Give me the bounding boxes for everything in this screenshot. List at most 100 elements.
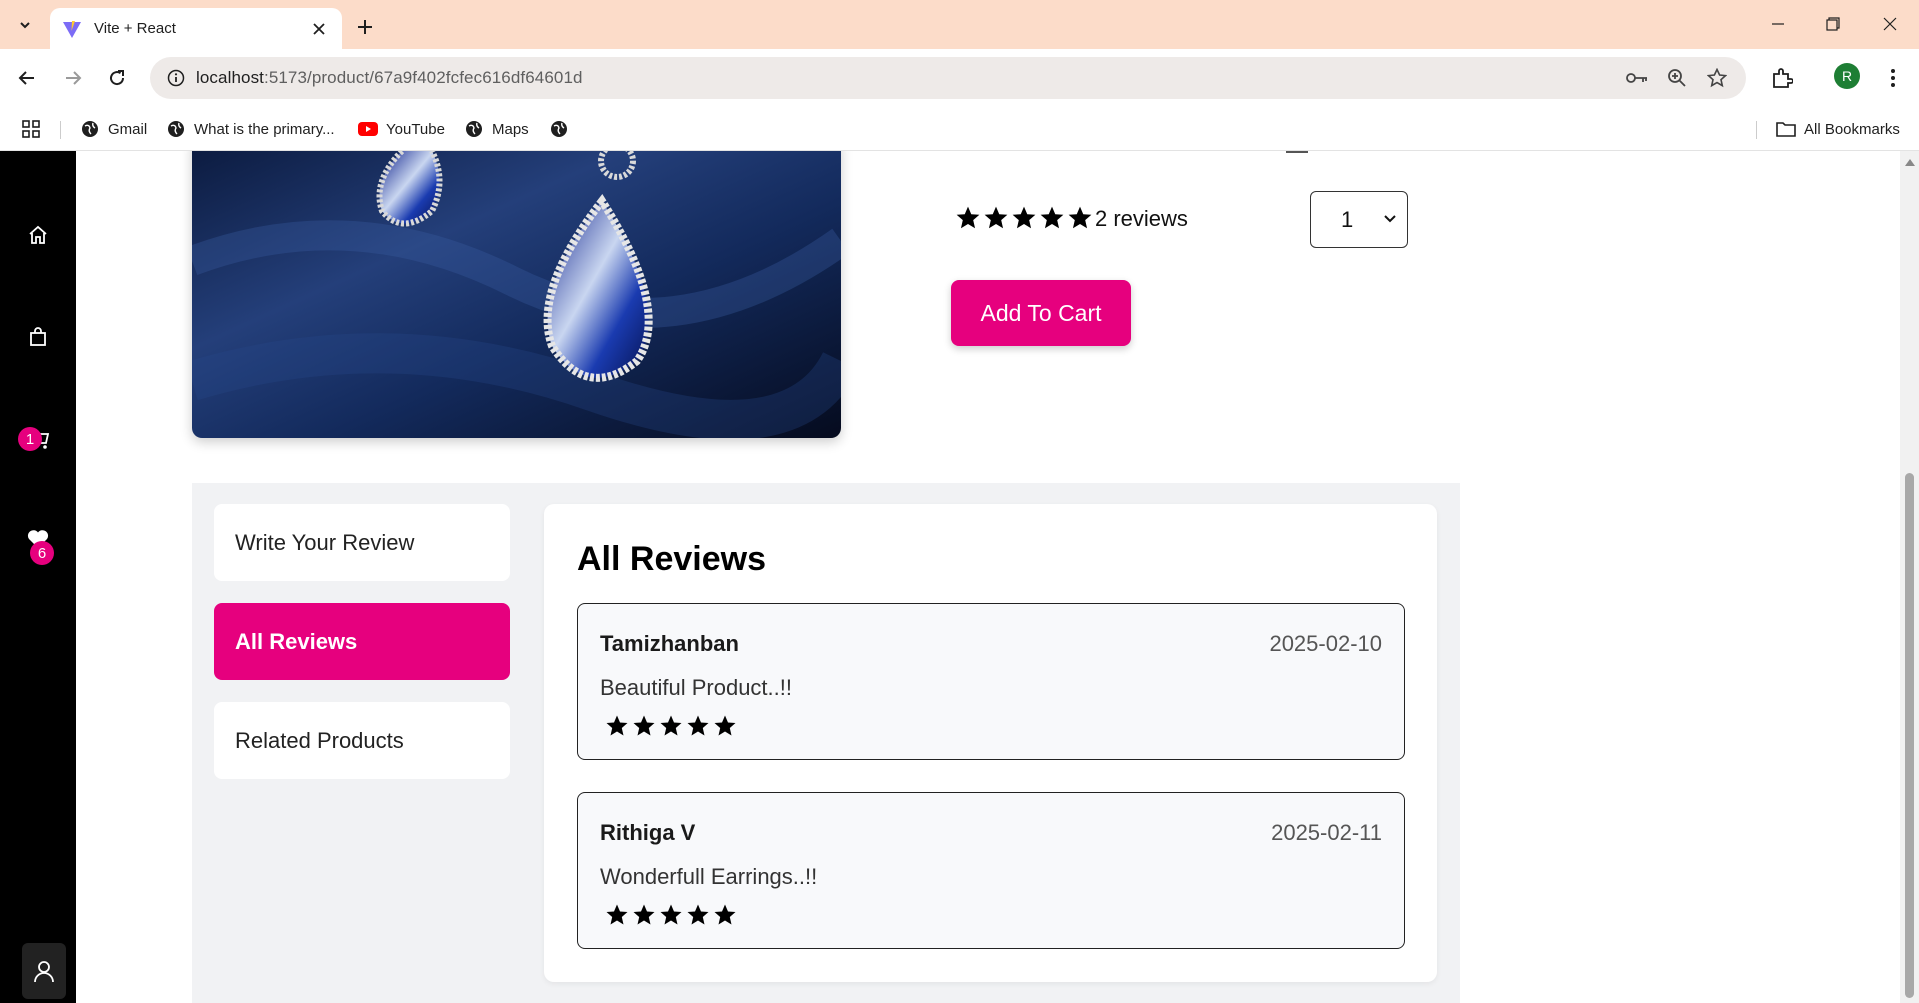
bookmarks-bar: Gmail What is the primary... YouTube Map… [0,107,1919,151]
browser-tab-bar: Vite + React [0,0,1919,49]
restore-button[interactable] [1806,8,1860,40]
zoom-icon[interactable] [1664,65,1690,91]
review-stars [605,714,740,740]
product-rating: 2 reviews [955,203,1188,235]
close-tab-icon[interactable] [308,18,330,40]
review-item: Rithiga V 2025-02-11 Wonderfull Earrings… [577,792,1405,949]
star-icon [632,903,659,929]
bookmarks-divider [60,121,61,139]
new-tab-button[interactable] [350,12,380,42]
bookmark-label: What is the primary... [194,120,335,138]
star-icon [1039,205,1067,233]
star-icon [659,714,686,740]
page-scrollbar[interactable] [1900,151,1919,1003]
scrollbar-thumb[interactable] [1905,473,1914,998]
product-tabs-panel: Write Your Review All Reviews Related Pr… [192,483,1460,1003]
star-icon [632,714,659,740]
user-profile-button[interactable] [22,943,66,999]
tab-related-products[interactable]: Related Products [214,702,510,779]
bookmarks-divider [1756,121,1757,139]
profile-avatar[interactable]: R [1834,63,1860,89]
tab-search-button[interactable] [8,8,42,42]
reviews-card: All Reviews Tamizhanban 2025-02-10 Beaut… [544,504,1437,982]
arrow-left-icon [18,71,34,85]
bookmark-unnamed[interactable] [549,117,577,141]
app-sidebar: 1 6 [0,151,76,1003]
bookmark-star-icon[interactable] [1704,65,1730,91]
star-icon [713,903,740,929]
star-icon [1011,205,1039,233]
product-image [192,151,841,438]
star-icon [605,903,632,929]
bookmark-label: Gmail [108,120,148,138]
star-icon [983,205,1011,233]
review-stars [605,903,740,929]
puzzle-icon [1773,68,1793,88]
wishlist-count-badge: 6 [30,541,54,565]
star-icon [686,903,713,929]
plus-icon [358,20,372,34]
extensions-button[interactable] [1765,61,1799,95]
url-path: :5173/product/67a9f402fcfec616df64601d [264,68,583,87]
vite-logo-icon [63,20,81,38]
bookmark-youtube[interactable]: YouTube [358,117,445,141]
review-item: Tamizhanban 2025-02-10 Beautiful Product… [577,603,1405,760]
product-page: 2 reviews 1 Add To Cart Write Your Revie… [76,151,1900,1003]
home-button[interactable] [18,215,58,255]
globe-icon [80,119,100,139]
tab-write-review[interactable]: Write Your Review [214,504,510,581]
reload-button[interactable] [100,61,134,95]
url-host: localhost [196,68,264,87]
url-text: localhost:5173/product/67a9f402fcfec616d… [196,68,583,88]
apps-button[interactable] [22,117,40,141]
shopping-bag-icon [30,327,46,346]
tab-all-reviews[interactable]: All Reviews [214,603,510,680]
bookmark-label: Maps [492,120,529,138]
wishlist-button[interactable]: 6 [18,519,58,565]
review-author: Tamizhanban [600,631,739,656]
chevron-down-icon [1384,215,1396,223]
quantity-select[interactable]: 1 [1310,191,1408,248]
folder-icon [1776,119,1796,139]
decorative-line [1286,151,1308,153]
password-key-icon[interactable] [1624,65,1650,91]
review-text: Wonderfull Earrings..!! [600,864,818,889]
star-icon [605,714,632,740]
browser-menu-button[interactable] [1876,61,1910,95]
forward-button[interactable] [56,61,90,95]
home-icon [29,225,47,244]
bookmark-gmail[interactable]: Gmail [80,117,147,141]
reviews-title: All Reviews [577,540,766,578]
star-icon [713,714,740,740]
review-date: 2025-02-10 [1269,631,1382,656]
add-to-cart-button[interactable]: Add To Cart [951,280,1131,346]
close-icon [1883,17,1897,31]
all-bookmarks-button[interactable]: All Bookmarks [1776,117,1900,141]
bookmark-maps[interactable]: Maps [464,117,529,141]
star-icon [659,903,686,929]
kebab-menu-icon [1891,69,1895,87]
chevron-down-icon [20,22,30,29]
minimize-icon [1772,23,1784,25]
reviews-count: 2 reviews [1095,206,1188,231]
scroll-up-arrow-icon[interactable] [1905,159,1915,166]
site-info-icon[interactable] [156,57,196,99]
globe-icon [549,119,569,139]
globe-icon [464,119,484,139]
close-window-button[interactable] [1863,8,1917,40]
review-author: Rithiga V [600,820,696,845]
shop-button[interactable] [18,317,58,357]
cart-button[interactable]: 1 [18,419,58,459]
tab-title: Vite + React [94,20,176,37]
star-icon [1067,205,1095,233]
back-button[interactable] [10,61,44,95]
minimize-button[interactable] [1751,8,1805,40]
bookmark-what-is-the-primary[interactable]: What is the primary... [166,117,335,141]
browser-tab[interactable]: Vite + React [50,8,342,49]
apps-grid-icon [22,120,40,138]
arrow-right-icon [66,71,82,85]
all-bookmarks-label: All Bookmarks [1804,120,1900,138]
star-icon [955,205,983,233]
address-bar[interactable]: localhost:5173/product/67a9f402fcfec616d… [150,57,1746,99]
browser-toolbar: localhost:5173/product/67a9f402fcfec616d… [0,49,1919,107]
